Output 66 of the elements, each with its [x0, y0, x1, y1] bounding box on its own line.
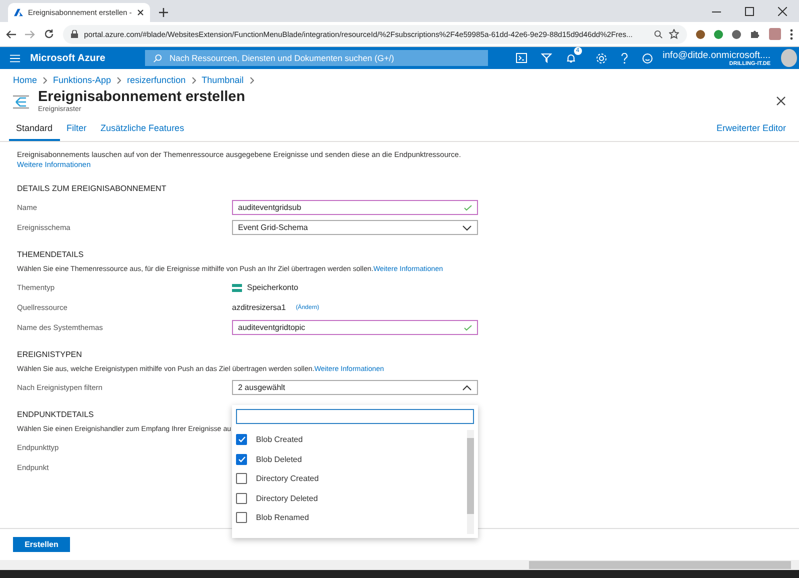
- event-type-option[interactable]: Directory Created: [236, 469, 467, 488]
- event-grid-icon: [12, 94, 30, 110]
- chevron-icon: [117, 76, 122, 84]
- section-heading: EREIGNISTYPEN: [17, 350, 82, 359]
- section-heading: ENDPUNKTDETAILS: [17, 410, 94, 419]
- search-icon: [153, 54, 162, 62]
- tab[interactable]: Standard: [9, 123, 60, 141]
- section-heading: THEMENDETAILS: [17, 250, 84, 259]
- tab[interactable]: Zusätzliche Features: [94, 123, 192, 141]
- settings-icon[interactable]: [596, 52, 607, 64]
- chevron-icon: [250, 76, 254, 84]
- tab[interactable]: Filter: [60, 123, 94, 141]
- close-icon[interactable]: [136, 9, 144, 16]
- star-icon[interactable]: [669, 29, 679, 39]
- horizontal-scrollbar[interactable]: [0, 560, 799, 570]
- chevron-icon: [43, 76, 48, 84]
- event-type-option[interactable]: Directory Deleted: [236, 488, 467, 508]
- terminal-icon[interactable]: [516, 53, 527, 63]
- close-icon[interactable]: [778, 7, 787, 16]
- breadcrumb-link[interactable]: Thumbnail: [202, 75, 244, 85]
- checkbox[interactable]: [236, 492, 247, 504]
- dropdown[interactable]: Event Grid-Schema: [232, 220, 478, 235]
- close-icon[interactable]: [776, 96, 786, 106]
- breadcrumb-link[interactable]: Home: [13, 75, 38, 85]
- zoom-icon[interactable]: [654, 30, 663, 38]
- checkbox[interactable]: [236, 473, 247, 484]
- bell-icon[interactable]: [566, 53, 576, 63]
- back-icon[interactable]: [6, 30, 16, 38]
- text-input[interactable]: auditeventgridsub: [232, 200, 478, 215]
- avatar-icon[interactable]: [780, 49, 798, 67]
- field-value: azditresizersa1: [232, 303, 286, 312]
- help-icon[interactable]: [620, 52, 628, 64]
- dropdown[interactable]: 2 ausgewählt: [232, 380, 478, 395]
- checkbox[interactable]: [236, 434, 247, 446]
- chevron-icon: [462, 224, 472, 230]
- event-type-option[interactable]: Blob Deleted: [236, 450, 467, 469]
- checkbox[interactable]: [236, 512, 247, 524]
- create-button[interactable]: Erstellen: [13, 537, 70, 552]
- brand-name: Microsoft Azure: [30, 52, 106, 64]
- lock-icon: [71, 30, 78, 38]
- menu-icon[interactable]: [10, 54, 20, 62]
- new-tab-icon[interactable]: [158, 8, 168, 17]
- section-heading: DETAILS ZUM EREIGNISABONNEMENT: [17, 184, 166, 193]
- storage-icon: [232, 284, 242, 292]
- text-input[interactable]: auditeventgridtopic: [232, 320, 478, 335]
- puzzle-icon[interactable]: [750, 29, 760, 39]
- user-email[interactable]: info@ditde.onmicrosoft....: [662, 50, 771, 60]
- event-type-option[interactable]: Blob Renamed: [236, 508, 467, 528]
- maximize-icon[interactable]: [745, 7, 754, 16]
- chevron-icon: [462, 384, 472, 390]
- chevron-icon: [192, 76, 196, 84]
- azure-logo-icon: [14, 8, 23, 17]
- field-value: Speicherkonto: [247, 283, 298, 292]
- scrollbar[interactable]: [467, 430, 474, 534]
- filter-icon[interactable]: [540, 53, 552, 63]
- checkbox[interactable]: [236, 454, 247, 465]
- filter-input[interactable]: [236, 409, 474, 424]
- breadcrumb-link[interactable]: resizerfunction: [127, 75, 186, 85]
- smiley-icon[interactable]: [642, 52, 653, 64]
- blade-title: Ereignisabonnement erstellen: [38, 89, 246, 105]
- menu-icon[interactable]: [790, 28, 793, 40]
- advanced-editor-link[interactable]: Erweiterter Editor: [716, 123, 786, 141]
- breadcrumb-link[interactable]: Funktions-App: [53, 75, 112, 85]
- reload-icon[interactable]: [44, 29, 54, 39]
- event-type-option[interactable]: Blob Created: [236, 430, 467, 450]
- search-field[interactable]: Nach Ressourcen, Diensten und Dokumenten suchen (G+/): [145, 50, 488, 66]
